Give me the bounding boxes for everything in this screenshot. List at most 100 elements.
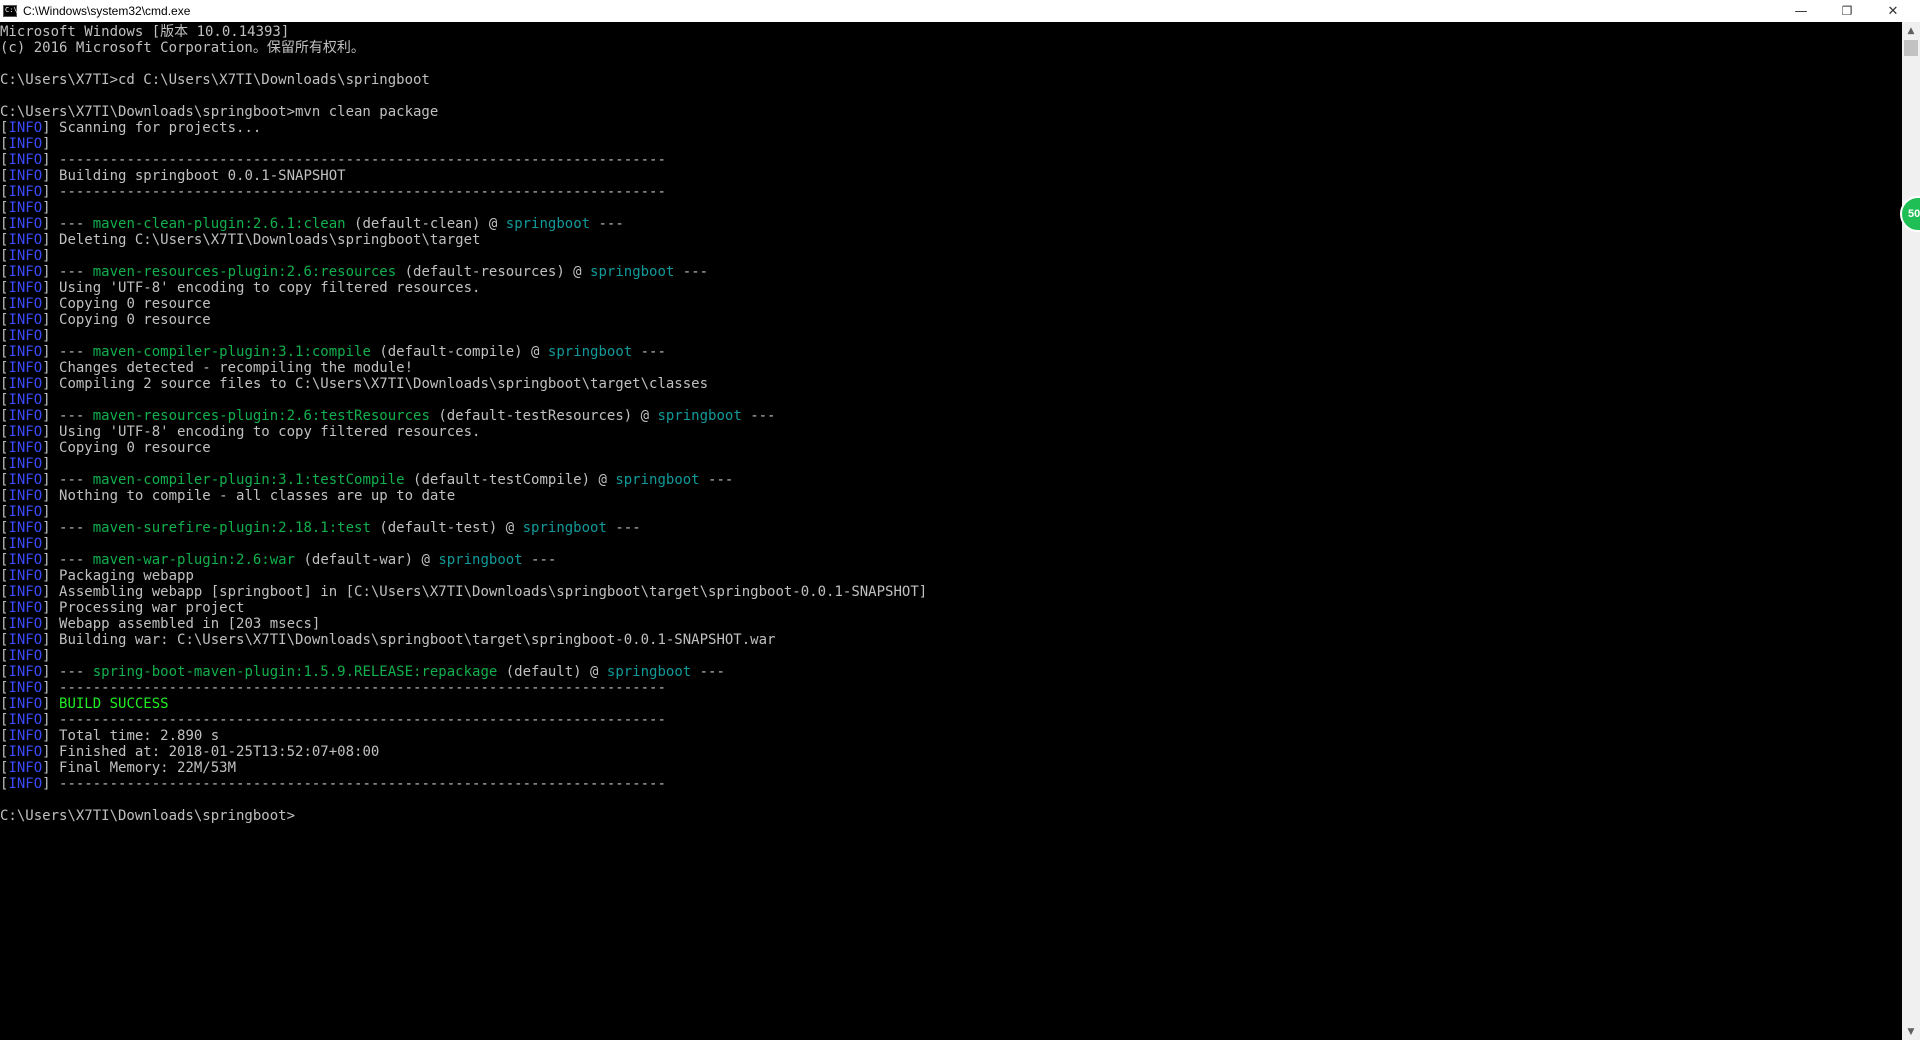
console-line: [INFO] ---------------------------------… (0, 184, 666, 200)
console-text: --- (522, 552, 557, 568)
log-level-tag: INFO (8, 744, 43, 760)
log-level-tag: INFO (8, 600, 43, 616)
console-text: BUILD SUCCESS (59, 696, 169, 712)
console-line: [INFO] Webapp assembled in [203 msecs] (0, 616, 320, 632)
log-level-tag: INFO (8, 664, 43, 680)
console-text: maven-clean-plugin:2.6.1:clean (92, 216, 346, 232)
window-title: C:\Windows\system32\cmd.exe (23, 4, 191, 18)
console-text: ] Processing war project (42, 600, 245, 616)
console-line: [INFO] ---------------------------------… (0, 776, 666, 792)
console-text: ] (42, 200, 51, 216)
console-line: [INFO] Assembling webapp [springboot] in… (0, 584, 927, 600)
console-text: ] Packaging webapp (42, 568, 194, 584)
log-level-tag: INFO (8, 488, 43, 504)
console-text: ] --------------------------------------… (42, 712, 666, 728)
console-text: ] (42, 456, 51, 472)
console-line: [INFO] --- maven-compiler-plugin:3.1:com… (0, 344, 666, 360)
console-line: [INFO] Copying 0 resource (0, 312, 211, 328)
console-line: [INFO] Processing war project (0, 600, 244, 616)
console-text: ] --- (42, 344, 93, 360)
console-text: springboot (606, 664, 692, 680)
console-text: maven-compiler-plugin:3.1:compile (92, 344, 371, 360)
console-text: ] (42, 504, 51, 520)
console-line: C:\Users\X7TI\Downloads\springboot>mvn c… (0, 104, 438, 120)
log-level-tag: INFO (8, 712, 43, 728)
console-text: ] Deleting C:\Users\X7TI\Downloads\sprin… (42, 232, 481, 248)
console-text: maven-war-plugin:2.6:war (92, 552, 296, 568)
console-text: ] Finished at: 2018-01-25T13:52:07+08:00 (42, 744, 380, 760)
console-text: --- (606, 520, 641, 536)
log-level-tag: INFO (8, 248, 43, 264)
console-text: ] Compiling 2 source files to C:\Users\X… (42, 376, 709, 392)
log-level-tag: INFO (8, 728, 43, 744)
console-line: [INFO] Total time: 2.890 s (0, 728, 219, 744)
log-level-tag: INFO (8, 328, 43, 344)
log-level-tag: INFO (8, 536, 43, 552)
console-text: ] Copying 0 resource (42, 312, 211, 328)
cmd-app-icon[interactable]: C:\ (3, 5, 18, 17)
scroll-down-arrow-icon[interactable]: ▼ (1902, 1023, 1920, 1040)
console-text: springboot (615, 472, 700, 488)
console-text: ] --------------------------------------… (42, 152, 666, 168)
scroll-thumb[interactable] (1904, 40, 1918, 56)
console-text: --- (741, 408, 776, 424)
console-line: [INFO] BUILD SUCCESS (0, 696, 169, 712)
console-text: --- (691, 664, 725, 680)
console-text: C:\Users\X7TI\Downloads\springboot> (0, 808, 296, 824)
log-level-tag: INFO (8, 200, 43, 216)
console-text: ] --- (42, 520, 93, 536)
console-text: ] (42, 696, 60, 712)
console-text: Microsoft Windows [版本 10.0.14393] (0, 24, 290, 40)
console-text: (default) @ (497, 664, 607, 680)
console-line: [INFO] Copying 0 resource (0, 440, 211, 456)
restore-button[interactable]: ❐ (1824, 0, 1870, 22)
log-level-tag: INFO (8, 360, 43, 376)
console-text: (default-testResources) @ (429, 408, 658, 424)
console-text: springboot (438, 552, 523, 568)
console-text: ] (42, 648, 51, 664)
console-text: ] Scanning for projects... (42, 120, 262, 136)
console-text: ] Nothing to compile - all classes are u… (42, 488, 456, 504)
console-line: [INFO] --- maven-compiler-plugin:3.1:tes… (0, 472, 733, 488)
log-level-tag: INFO (8, 760, 43, 776)
close-button[interactable]: ✕ (1870, 0, 1916, 22)
minimize-icon: — (1794, 3, 1808, 19)
vertical-scrollbar[interactable]: ▲ ▼ (1902, 22, 1920, 1040)
log-level-tag: INFO (8, 216, 43, 232)
scroll-up-arrow-icon[interactable]: ▲ (1902, 22, 1920, 39)
console-text: ] Building springboot 0.0.1-SNAPSHOT (42, 168, 346, 184)
console-text: --- (699, 472, 734, 488)
cmd-window: C:\ C:\Windows\system32\cmd.exe — ❐ ✕ Mi… (0, 0, 1920, 1040)
console-text: C:\Users\X7TI>cd C:\Users\X7TI\Downloads… (0, 72, 430, 88)
log-level-tag: INFO (8, 184, 43, 200)
console-line: (c) 2016 Microsoft Corporation。保留所有权利。 (0, 40, 365, 56)
console-line: [INFO] Scanning for projects... (0, 120, 261, 136)
log-level-tag: INFO (8, 472, 43, 488)
console-text: ] Changes detected - recompiling the mod… (42, 360, 414, 376)
title-bar[interactable]: C:\ C:\Windows\system32\cmd.exe — ❐ ✕ (0, 0, 1920, 22)
log-level-tag: INFO (8, 232, 43, 248)
console-line: [INFO] (0, 328, 51, 344)
console-line: [INFO] ---------------------------------… (0, 680, 666, 696)
console-text: ] Copying 0 resource (42, 440, 211, 456)
console-line: [INFO] Packaging webapp (0, 568, 194, 584)
console-text: springboot (657, 408, 742, 424)
console-line: [INFO] --- maven-war-plugin:2.6:war (def… (0, 552, 556, 568)
log-level-tag: INFO (8, 440, 43, 456)
console-output[interactable]: Microsoft Windows [版本 10.0.14393] (c) 201… (0, 22, 1902, 1040)
console-text: --- (674, 264, 709, 280)
console-line: C:\Users\X7TI\Downloads\springboot> (0, 808, 295, 824)
console-line: [INFO] Using 'UTF-8' encoding to copy fi… (0, 280, 480, 296)
console-line: [INFO] (0, 200, 51, 216)
log-level-tag: INFO (8, 680, 43, 696)
minimize-button[interactable]: — (1778, 0, 1824, 22)
log-level-tag: INFO (8, 520, 43, 536)
log-level-tag: INFO (8, 696, 43, 712)
log-level-tag: INFO (8, 376, 43, 392)
log-level-tag: INFO (8, 120, 43, 136)
console-line: [INFO] ---------------------------------… (0, 152, 666, 168)
console-text: spring-boot-maven-plugin:1.5.9.RELEASE:r… (92, 664, 498, 680)
console-text: ] --------------------------------------… (42, 680, 666, 696)
log-level-tag: INFO (8, 632, 43, 648)
console-line: [INFO] Final Memory: 22M/53M (0, 760, 236, 776)
